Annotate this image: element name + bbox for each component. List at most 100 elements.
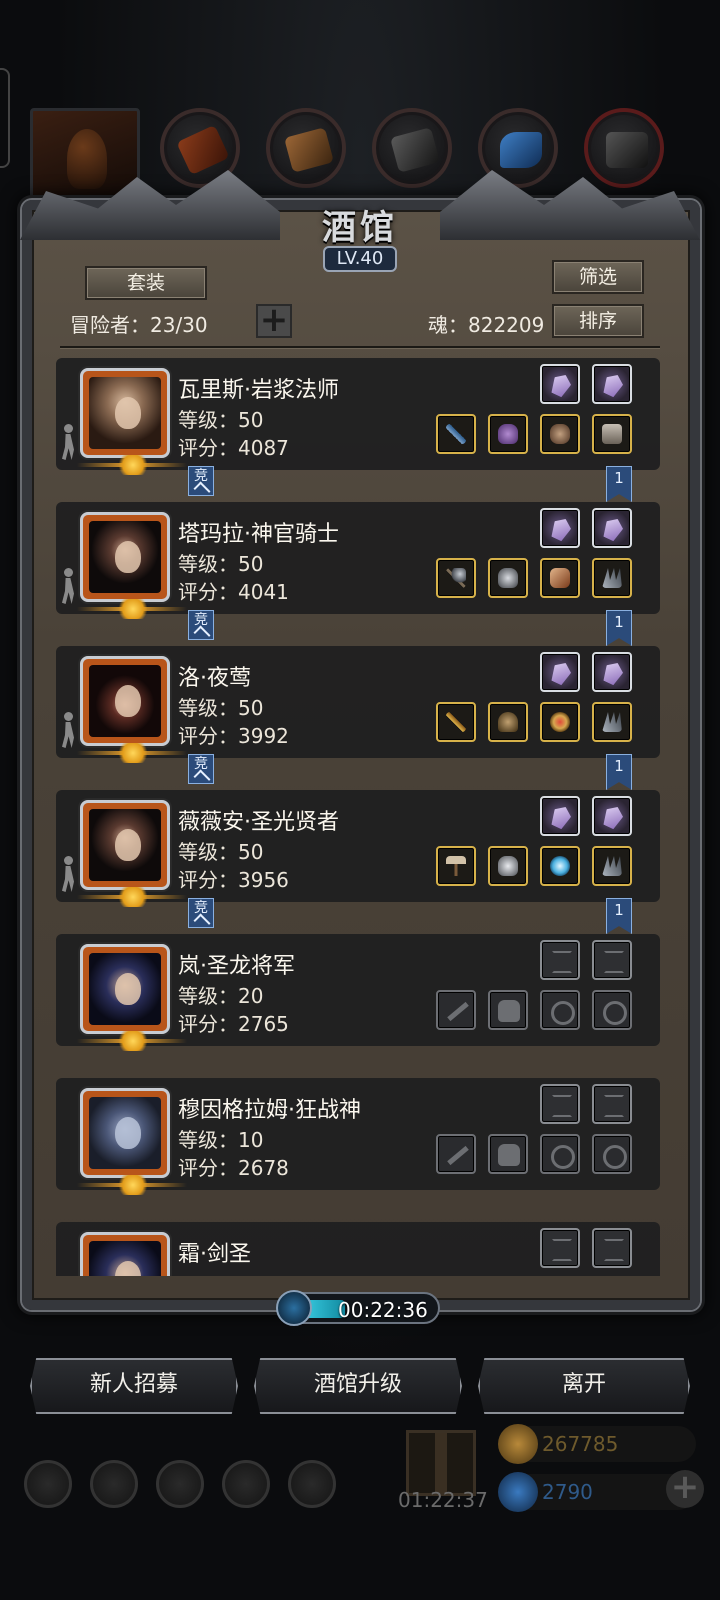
hero-portrait[interactable] <box>77 656 187 763</box>
hero-score: 评分：2678 <box>178 1156 289 1180</box>
priestess-portrait <box>89 521 161 593</box>
empty-armor-slot-icon[interactable] <box>488 1134 528 1174</box>
hero-list[interactable]: 瓦里斯·岩浆法师 等级：50 评分：4087 竞 1 塔玛拉·神官骑士 等级：5… <box>56 358 660 1276</box>
set-button[interactable]: 套装 <box>85 266 207 300</box>
hero-card[interactable]: 瓦里斯·岩浆法师 等级：50 评分：4087 <box>56 358 660 475</box>
divider <box>60 346 660 348</box>
hero-card[interactable]: 穆因格拉姆·狂战神 等级：10 评分：2678 <box>56 1078 660 1195</box>
menu-orb-3[interactable] <box>372 108 452 188</box>
hero-portrait[interactable] <box>77 512 187 619</box>
hero-name: 岚·圣龙将军 <box>178 954 295 979</box>
moon-crest-icon <box>115 887 151 907</box>
empty-gem-slot-icon[interactable] <box>540 1084 580 1124</box>
hero-portrait[interactable] <box>80 1232 170 1276</box>
claw-icon[interactable] <box>592 702 632 742</box>
empty-gem-slot-icon[interactable] <box>540 940 580 980</box>
steel-armor-icon[interactable] <box>488 558 528 598</box>
hero-name: 霜·剑圣 <box>178 1242 251 1267</box>
mace-icon[interactable] <box>436 558 476 598</box>
menu-orb-2[interactable] <box>266 108 346 188</box>
hero-card[interactable]: 洛·夜莺 等级：50 评分：3992 <box>56 646 660 763</box>
gem-value: 2790 <box>542 1480 593 1504</box>
mask-icon[interactable] <box>540 414 580 454</box>
team-number-tag: 1 <box>606 898 632 934</box>
leave-button[interactable]: 离开 <box>478 1358 690 1414</box>
mail-icon[interactable] <box>222 1460 270 1508</box>
hero-portrait[interactable] <box>77 800 187 907</box>
hero-level: 等级：20 <box>178 984 264 1008</box>
blue-gem-icon <box>498 1472 538 1512</box>
hero-portrait[interactable] <box>77 944 187 1051</box>
hammer-icon[interactable] <box>436 846 476 886</box>
shop-icon[interactable] <box>288 1460 336 1508</box>
gift-timer: 01:22:37 <box>398 1488 488 1512</box>
purple-gem-icon[interactable] <box>540 652 580 692</box>
purple-armor-icon[interactable] <box>488 414 528 454</box>
hero-card[interactable]: 霜·剑圣 <box>56 1222 660 1276</box>
recruit-button[interactable]: 新人招募 <box>30 1358 238 1414</box>
golden-staff-icon[interactable] <box>436 702 476 742</box>
hero-portrait[interactable] <box>77 368 187 475</box>
empty-gem-slot-icon[interactable] <box>592 1228 632 1268</box>
arena-tag: 竞 <box>188 898 214 928</box>
hero-name: 穆因格拉姆·狂战神 <box>178 1098 361 1123</box>
hero-card[interactable]: 薇薇安·圣光贤者 等级：50 评分：3956 <box>56 790 660 907</box>
empty-ring-slot-icon[interactable] <box>592 1134 632 1174</box>
menu-orb-5[interactable] <box>584 108 664 188</box>
side-drawer-tab[interactable] <box>0 68 10 168</box>
empty-gem-slot-icon[interactable] <box>592 940 632 980</box>
add-adventurer-button[interactable]: + <box>256 303 292 338</box>
moon-crest-icon <box>115 455 151 475</box>
hero-score: 评分：4041 <box>178 580 289 604</box>
ruby-ring-icon[interactable] <box>540 702 580 742</box>
hero-card[interactable]: 塔玛拉·神官骑士 等级：50 评分：4041 <box>56 502 660 619</box>
hero-name: 瓦里斯·岩浆法师 <box>178 378 339 403</box>
dragon-general-portrait <box>89 953 161 1025</box>
filter-button[interactable]: 筛选 <box>552 260 644 294</box>
empty-ring-slot-icon[interactable] <box>540 1134 580 1174</box>
purple-gem-icon[interactable] <box>592 508 632 548</box>
claw-icon[interactable] <box>592 558 632 598</box>
hero-card[interactable]: 岚·圣龙将军 等级：20 评分：2765 <box>56 934 660 1051</box>
moon-crest-icon <box>115 743 151 763</box>
purple-gem-icon[interactable] <box>592 796 632 836</box>
claw-icon[interactable] <box>592 846 632 886</box>
purple-gem-icon[interactable] <box>540 508 580 548</box>
clock-icon <box>276 1290 312 1326</box>
sword-saint-portrait <box>89 1241 161 1276</box>
spear-icon[interactable] <box>436 414 476 454</box>
arena-tag: 竞 <box>188 610 214 640</box>
berserker-portrait <box>89 1097 161 1169</box>
hero-level: 等级：50 <box>178 840 264 864</box>
empty-gem-slot-icon[interactable] <box>540 1228 580 1268</box>
hero-name: 薇薇安·圣光贤者 <box>178 810 339 835</box>
arena-tag: 竞 <box>188 754 214 784</box>
sort-button[interactable]: 排序 <box>552 304 644 338</box>
sapphire-ring-icon[interactable] <box>540 846 580 886</box>
empty-weapon-slot-icon[interactable] <box>436 990 476 1030</box>
settings-icon[interactable] <box>24 1460 72 1508</box>
guild-icon[interactable] <box>90 1460 138 1508</box>
walking-status-icon <box>58 712 78 750</box>
quest-icon[interactable] <box>156 1460 204 1508</box>
silver-armor-icon[interactable] <box>488 846 528 886</box>
empty-ring-slot-icon[interactable] <box>592 990 632 1030</box>
elf-mage-portrait <box>89 377 161 449</box>
hero-score: 评分：4087 <box>178 436 289 460</box>
empty-armor-slot-icon[interactable] <box>488 990 528 1030</box>
empty-axe-slot-icon[interactable] <box>436 1134 476 1174</box>
cloak-icon[interactable] <box>488 702 528 742</box>
hero-portrait[interactable] <box>77 1088 187 1195</box>
upgrade-tavern-button[interactable]: 酒馆升级 <box>254 1358 462 1414</box>
timer-text: 00:22:36 <box>338 1298 428 1322</box>
gift-box-icon[interactable] <box>406 1430 476 1496</box>
scroll-icon[interactable] <box>592 414 632 454</box>
gauntlet-icon[interactable] <box>540 558 580 598</box>
purple-gem-icon[interactable] <box>540 796 580 836</box>
purple-gem-icon[interactable] <box>540 364 580 404</box>
purple-gem-icon[interactable] <box>592 652 632 692</box>
empty-gem-slot-icon[interactable] <box>592 1084 632 1124</box>
empty-ring-slot-icon[interactable] <box>540 990 580 1030</box>
purple-gem-icon[interactable] <box>592 364 632 404</box>
add-currency-button[interactable]: + <box>666 1470 704 1508</box>
